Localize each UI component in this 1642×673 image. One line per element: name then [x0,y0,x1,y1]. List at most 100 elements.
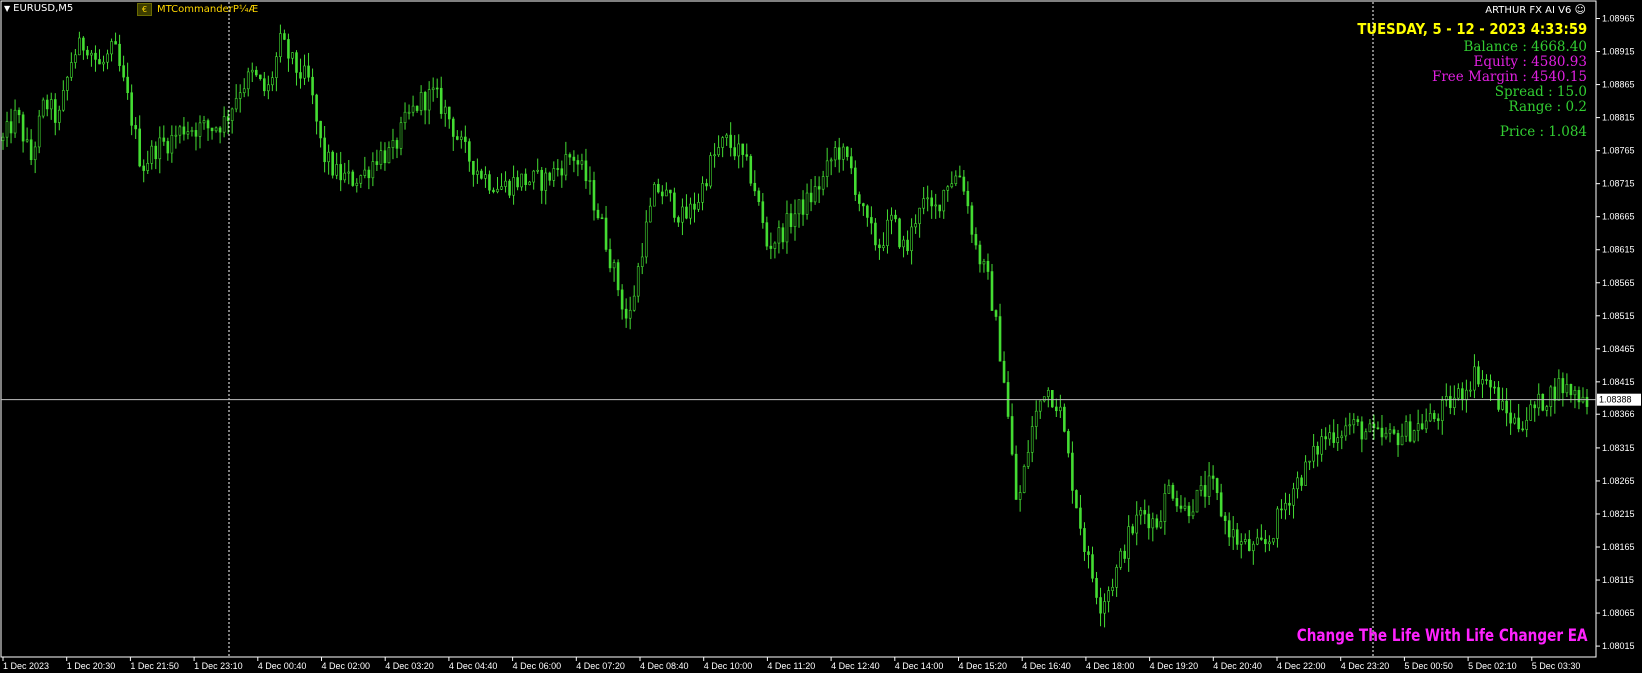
time-tick-label: 5 Dec 03:30 [1532,661,1581,671]
ea-name-text: ARTHUR FX AI V6 [1485,5,1572,16]
candle-body [319,120,322,139]
candle-body [311,76,314,96]
candle-body [1127,526,1130,559]
candle-body [1340,435,1344,439]
candle-body [1388,429,1392,434]
candle-body [1408,421,1412,442]
candle-body [1091,554,1094,579]
candle-body [1404,421,1408,437]
candle-body [154,145,158,160]
candle-body [1014,453,1018,500]
candle-body [829,159,833,162]
candle-body [1131,526,1135,534]
candle-body [934,204,938,207]
candle-body [624,308,628,319]
candle-body [906,239,909,252]
candle-body [315,94,318,122]
candle-body [299,72,302,79]
candle-body [580,160,584,165]
collapse-triangle-icon[interactable]: ▼ [4,4,10,13]
candle-body [484,174,487,179]
candle-body [926,197,929,200]
candle-body [1256,537,1259,545]
mtcommander-indicator[interactable]: € MTCommanderP¼Æ [137,3,258,16]
candle-body [1195,489,1199,513]
candle-body [777,227,781,244]
candle-body [1115,567,1118,588]
candle-body [122,65,125,78]
candle-body [206,120,210,129]
candle-body [476,170,479,175]
candle-body [496,188,499,193]
candle-body [1163,493,1167,522]
candle-body [821,176,825,190]
candle-body [1139,510,1143,516]
candle-body [681,206,684,223]
candle-body [1553,386,1557,401]
price-chart[interactable]: 1.08965 1.08915 1.08865 1.08815 1.08765 1.087… [0,0,1642,673]
candle-body [283,33,286,40]
candle-body [508,180,511,196]
candle-body [1063,406,1066,432]
expert-advisor-label[interactable]: ARTHUR FX AI V6 ☺ [1485,3,1586,16]
candle-body [303,65,306,79]
candle-body [492,189,495,193]
price-tick-label: 1.08265 [1602,476,1635,486]
candle-body [1380,427,1384,438]
candle-body [1569,384,1573,396]
symbol-label[interactable]: ▼ EURUSD,M5 [4,3,73,14]
candle-body [57,109,61,123]
candle-body [741,143,745,155]
candle-body [150,145,154,164]
candle-body [1095,577,1098,598]
candle-body [677,217,680,223]
candle-body [648,205,652,223]
candle-body [705,183,708,187]
candle-body [1018,492,1022,500]
candle-body [584,160,588,182]
candle-body [146,163,150,171]
candle-body [275,56,278,78]
candle-body [652,184,656,207]
candle-body [536,169,540,172]
candle-body [198,122,202,137]
candle-body [1348,424,1352,427]
candle-body [1187,505,1191,517]
candle-body [1465,389,1468,401]
candle-body [399,122,403,149]
price-tick-label: 1.08715 [1602,179,1635,189]
candle-body [395,140,399,149]
time-tick-label: 5 Dec 00:50 [1404,661,1453,671]
candle-body [962,176,966,192]
candle-body [1497,387,1500,410]
candle-body [1577,390,1581,403]
candle-body [717,147,720,156]
hud-date-time: TUESDAY, 5 - 12 - 2023 4:33:59 [1357,20,1587,38]
candle-body [753,182,757,192]
candle-body [351,171,355,186]
candle-body [1087,551,1090,555]
candle-body [1336,437,1340,443]
time-tick-label: 4 Dec 20:40 [1213,661,1262,671]
candle-body [902,239,905,248]
candle-body [1119,550,1122,568]
candle-body [1075,490,1078,509]
candle-body [114,41,117,45]
candle-body [423,92,427,111]
time-tick-label: 4 Dec 08:40 [640,661,689,671]
candle-body [86,49,89,56]
candle-body [1107,590,1110,602]
candle-body [914,223,917,228]
candle-body [713,154,716,157]
candle-body [1215,478,1219,494]
candle-body [335,164,338,176]
candle-body [833,147,837,161]
candle-body [74,54,77,63]
candle-body [1457,388,1460,399]
candle-body [500,186,503,190]
candle-body [890,214,893,221]
candle-body [1280,508,1283,511]
candle-body [986,260,990,272]
candle-body [520,173,523,188]
price-tick-label: 1.08415 [1602,377,1635,387]
